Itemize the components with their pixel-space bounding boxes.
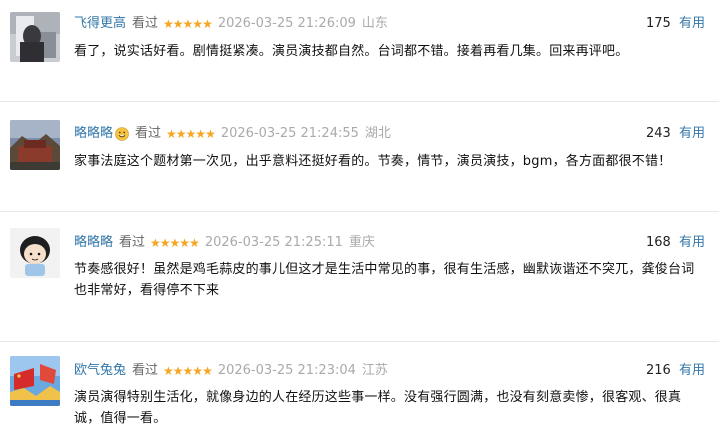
avatar[interactable] bbox=[10, 120, 60, 170]
watch-status: 看过 bbox=[132, 16, 159, 31]
review-meta: 欧气兔兔 看过 ★★★★★ 2026-03-25 21:23:04 江苏 bbox=[74, 360, 388, 382]
watch-status: 看过 bbox=[132, 363, 159, 378]
useful-count: 168 bbox=[646, 235, 671, 250]
useful-button[interactable]: 有用 bbox=[679, 363, 705, 378]
username-link[interactable]: 略略略 bbox=[74, 232, 113, 254]
useful-count: 175 bbox=[646, 16, 671, 31]
avatar[interactable] bbox=[10, 228, 60, 278]
rating-stars: ★★★★★ bbox=[150, 236, 200, 250]
review-list: 飞得更高 看过 ★★★★★ 2026-03-25 21:26:09 山东 175… bbox=[0, 0, 719, 431]
username-link[interactable]: 欧气兔兔 bbox=[74, 360, 126, 382]
rating-stars: ★★★★★ bbox=[166, 127, 216, 141]
review-time: 2026-03-25 21:24:55 bbox=[220, 126, 359, 141]
useful-count: 216 bbox=[646, 363, 671, 378]
divider bbox=[0, 101, 719, 102]
useful-button[interactable]: 有用 bbox=[679, 235, 705, 250]
useful-vote: 243 有用 bbox=[646, 123, 705, 145]
smile-emoji-icon bbox=[115, 127, 129, 141]
review-meta: 飞得更高 看过 ★★★★★ 2026-03-25 21:26:09 山东 bbox=[74, 13, 388, 35]
username-link[interactable]: 飞得更高 bbox=[74, 13, 126, 35]
review-time: 2026-03-25 21:25:11 bbox=[204, 235, 343, 250]
avatar[interactable] bbox=[10, 356, 60, 406]
username-link[interactable]: 略略略 bbox=[74, 123, 113, 145]
useful-vote: 216 有用 bbox=[646, 360, 705, 382]
review-meta: 略略略 看过 ★★★★★ 2026-03-25 21:25:11 重庆 bbox=[74, 232, 375, 254]
review-content: 演员演得特别生活化，就像身边的人在经历这些事一样。没有强行圆满，也没有刻意卖惨，… bbox=[74, 390, 682, 426]
useful-vote: 168 有用 bbox=[646, 232, 705, 254]
divider bbox=[0, 211, 719, 212]
review-location: 江苏 bbox=[361, 363, 388, 378]
review-time: 2026-03-25 21:26:09 bbox=[217, 16, 356, 31]
review-time: 2026-03-25 21:23:04 bbox=[217, 363, 356, 378]
review-location: 湖北 bbox=[364, 126, 391, 141]
useful-count: 243 bbox=[646, 126, 671, 141]
useful-button[interactable]: 有用 bbox=[679, 126, 705, 141]
review-content: 家事法庭这个题材第一次见，出乎意料还挺好看的。节奏，情节，演员演技，bgm，各方… bbox=[74, 154, 672, 169]
review-location: 山东 bbox=[361, 16, 388, 31]
review-location: 重庆 bbox=[348, 235, 375, 250]
review-content: 看了，说实话好看。剧情挺紧凑。演员演技都自然。台词都不错。接着再看几集。回来再评… bbox=[74, 44, 629, 59]
review-meta: 略略略 看过 ★★★★★ 2026-03-25 21:24:55 湖北 bbox=[74, 123, 391, 145]
rating-stars: ★★★★★ bbox=[163, 17, 213, 31]
watch-status: 看过 bbox=[135, 126, 162, 141]
useful-button[interactable]: 有用 bbox=[679, 16, 705, 31]
avatar[interactable] bbox=[10, 12, 60, 62]
useful-vote: 175 有用 bbox=[646, 13, 705, 35]
divider bbox=[0, 341, 719, 342]
watch-status: 看过 bbox=[119, 235, 146, 250]
review-content: 节奏感很好！虽然是鸡毛蒜皮的事儿但这才是生活中常见的事，很有生活感，幽默诙谐还不… bbox=[74, 262, 695, 298]
rating-stars: ★★★★★ bbox=[163, 364, 213, 378]
